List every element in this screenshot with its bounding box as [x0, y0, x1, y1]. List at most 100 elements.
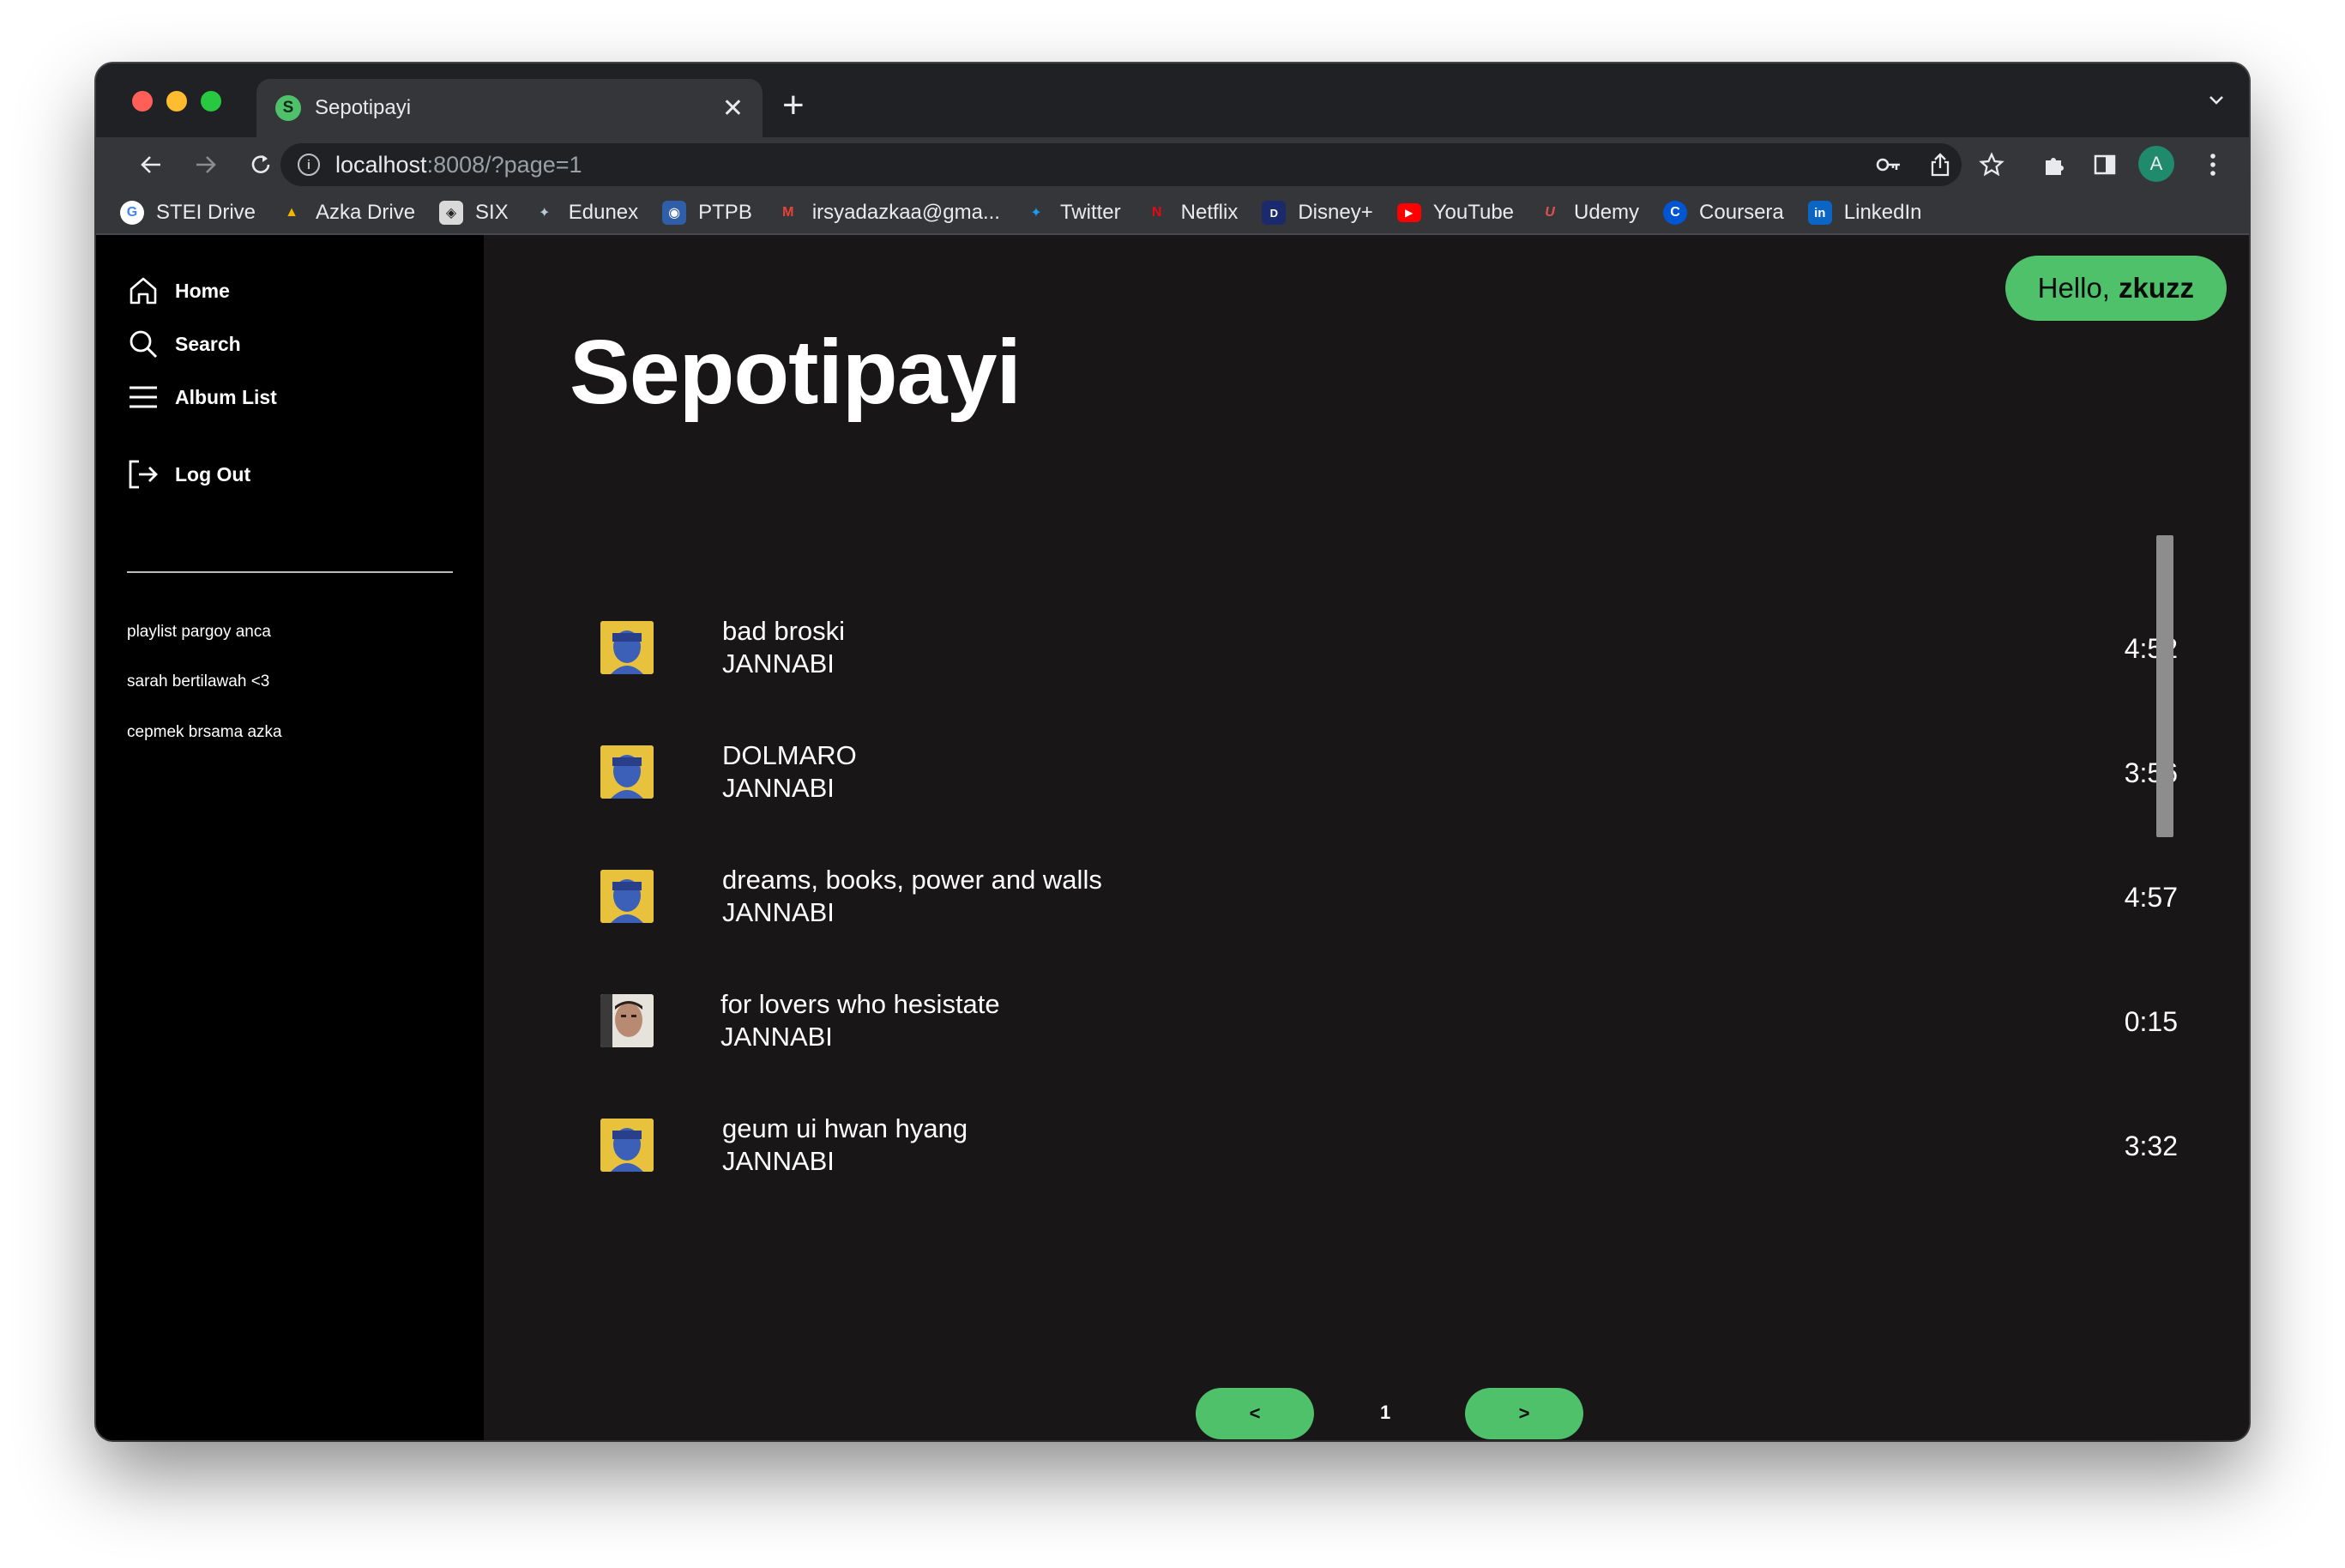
song-title: geum ui hwan hyang [722, 1113, 968, 1143]
sidebar-item-label: Album List [175, 385, 277, 408]
maximize-window-button[interactable] [201, 91, 221, 112]
reload-icon[interactable] [244, 148, 278, 182]
google-drive-icon: ▲ [285, 205, 298, 220]
album-art-photo [600, 994, 654, 1047]
disney-icon: D [1262, 201, 1287, 225]
bookmark-label: irsyadazkaa@gma... [811, 201, 1000, 224]
song-title: DOLMARO [722, 740, 857, 770]
song-row[interactable]: dreams, books, power and walls JANNABI 4… [484, 865, 2178, 973]
tab-close-icon[interactable]: ✕ [722, 93, 744, 124]
bookmark-label: PTPB [698, 201, 752, 224]
back-icon[interactable] [134, 148, 168, 182]
bookmark-disney[interactable]: D Disney+ [1262, 201, 1373, 225]
bookmark-edunex[interactable]: ✦ Edunex [533, 201, 638, 225]
sidebar-item-label: Home [175, 279, 230, 302]
sidebar-item-log-out[interactable]: Log Out [127, 458, 250, 491]
sidebar-item-album-list[interactable]: Album List [127, 381, 277, 413]
twitter-icon: ✦ [1030, 206, 1042, 220]
minimize-window-button[interactable] [166, 91, 187, 112]
sidebar-item-label: Search [175, 332, 241, 355]
bookmark-label: SIX [475, 201, 509, 224]
album-art-jannabi [600, 745, 654, 799]
song-row[interactable]: bad broski JANNABI 4:52 [484, 616, 2178, 724]
tab-favicon-icon: S [275, 95, 301, 121]
song-row[interactable]: DOLMARO JANNABI 3:56 [484, 740, 2178, 848]
sidebar-item-home[interactable]: Home [127, 274, 230, 307]
bookmark-twitter[interactable]: ✦ Twitter [1024, 201, 1121, 225]
song-duration: 4:57 [2124, 882, 2178, 913]
song-list-scrollbar[interactable] [2156, 535, 2173, 837]
bookmark-label: Udemy [1574, 201, 1640, 224]
bookmark-label: Netflix [1180, 201, 1239, 224]
bookmark-label: LinkedIn [1843, 201, 1922, 224]
bookmark-netflix[interactable]: N Netflix [1145, 201, 1239, 225]
browser-window: S Sepotipayi ✕ + i localhost:8008/?page=… [96, 63, 2249, 1440]
bookmark-udemy[interactable]: U Udemy [1538, 201, 1639, 225]
sidebar-item-search[interactable]: Search [127, 328, 241, 360]
song-row[interactable]: for lovers who hesistate JANNABI 0:15 [484, 989, 2178, 1097]
bookmark-label: Twitter [1059, 201, 1121, 224]
tab-strip: S Sepotipayi ✕ + [96, 63, 2249, 137]
bookmark-azka-drive[interactable]: ▲ Azka Drive [280, 201, 415, 225]
share-icon[interactable] [1929, 152, 1951, 182]
youtube-icon: ▶ [1396, 203, 1421, 222]
profile-avatar[interactable]: A [2138, 146, 2174, 182]
bookmark-ptpb[interactable]: ◉ PTPB [662, 201, 752, 225]
url-path: :8008/?page=1 [426, 151, 582, 178]
google-icon: G [120, 201, 144, 225]
song-title: for lovers who hesistate [720, 989, 1000, 1019]
sidebar: Home Search Album List Log Out playlist … [96, 235, 484, 1440]
album-art-jannabi [600, 870, 654, 923]
sidebar-playlist-item[interactable]: cepmek brsama azka [127, 723, 282, 742]
bookmark-label: Coursera [1699, 201, 1784, 224]
coursera-icon: C [1663, 201, 1688, 225]
bookmark-label: Azka Drive [316, 201, 416, 224]
browser-menu-icon[interactable] [2196, 148, 2230, 182]
bookmark-label: Edunex [568, 201, 639, 224]
greeting-text: Hello, [2037, 272, 2110, 304]
browser-tab[interactable]: S Sepotipayi ✕ [256, 79, 763, 137]
song-duration: 3:56 [2124, 757, 2178, 788]
current-page-number: 1 [1380, 1402, 1391, 1423]
url-host: localhost [335, 151, 427, 178]
sidebar-playlist-item[interactable]: playlist pargoy anca [127, 623, 271, 642]
password-key-icon[interactable] [1876, 154, 1902, 180]
url-text: localhost:8008/?page=1 [335, 152, 582, 178]
bookmark-linkedin[interactable]: in LinkedIn [1807, 201, 1922, 225]
sidebar-playlist-item[interactable]: sarah bertilawah <3 [127, 672, 269, 691]
bookmark-label: Disney+ [1298, 201, 1373, 224]
prev-page-button[interactable]: < [1196, 1388, 1314, 1439]
bookmark-youtube[interactable]: ▶ YouTube [1396, 201, 1514, 225]
logout-icon [129, 460, 158, 489]
song-row[interactable]: geum ui hwan hyang JANNABI 3:32 [484, 1113, 2178, 1221]
song-artist: JANNABI [720, 1022, 833, 1052]
search-icon [130, 330, 158, 359]
extensions-icon[interactable] [2037, 148, 2071, 182]
side-panel-icon[interactable] [2088, 148, 2122, 182]
udemy-icon: U [1545, 205, 1555, 220]
forward-icon[interactable] [189, 148, 223, 182]
menu-icon [130, 386, 157, 408]
new-tab-button[interactable]: + [782, 84, 805, 127]
song-title: bad broski [722, 616, 846, 646]
bookmark-star-icon[interactable] [1974, 148, 2009, 182]
page-title: Sepotipayi [570, 322, 1022, 423]
close-window-button[interactable] [132, 91, 153, 112]
user-greeting-button[interactable]: Hello, zkuzz [2004, 256, 2227, 321]
bookmark-stei-drive[interactable]: G STEI Drive [120, 201, 256, 225]
bookmark-coursera[interactable]: C Coursera [1663, 201, 1784, 225]
address-bar[interactable]: i localhost:8008/?page=1 [280, 143, 1962, 186]
song-duration: 0:15 [2124, 1006, 2178, 1037]
bookmark-six[interactable]: ◈ SIX [439, 201, 509, 225]
bookmark-gmail[interactable]: Mirsyadazkaa@gma... [776, 201, 1000, 225]
song-artist: JANNABI [722, 1146, 835, 1176]
gmail-icon: M [782, 205, 794, 220]
next-page-button[interactable]: > [1465, 1388, 1583, 1439]
tab-search-chevron-icon[interactable] [2206, 89, 2227, 116]
bookmark-label: STEI Drive [156, 201, 256, 224]
album-art-jannabi [600, 1119, 654, 1172]
sidebar-item-label: Log Out [175, 462, 251, 485]
username: zkuzz [2118, 272, 2194, 304]
site-info-icon[interactable]: i [298, 154, 320, 176]
sidebar-divider [127, 571, 453, 573]
